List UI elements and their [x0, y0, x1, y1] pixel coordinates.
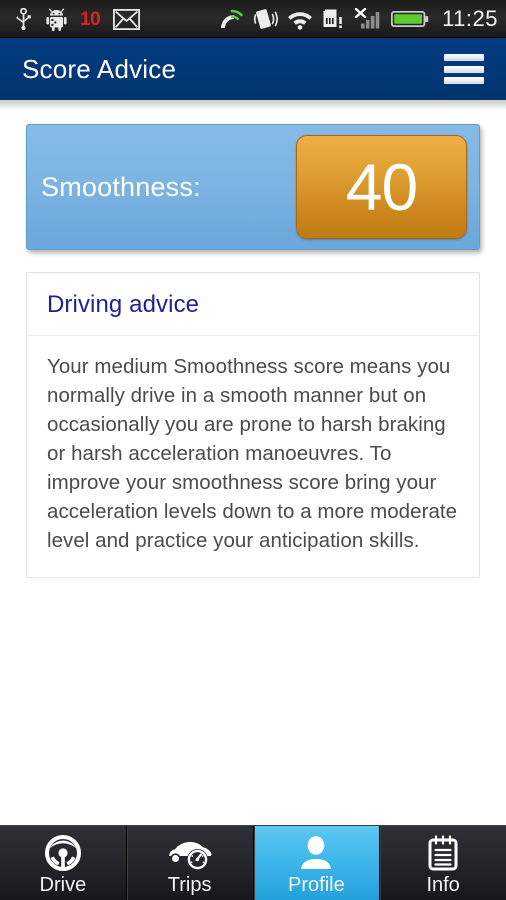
tab-label-trips: Trips [167, 874, 212, 896]
gps-icon [221, 9, 243, 28]
usb-icon [16, 8, 31, 30]
status-bar: 10 11:25 [0, 0, 506, 38]
score-value: 40 [345, 150, 418, 224]
steering-wheel-icon [44, 833, 82, 873]
status-bar-clock: 11:25 [442, 6, 498, 31]
hamburger-bar [444, 54, 484, 61]
header-shadow [0, 100, 506, 110]
sdcard-warning-icon [323, 9, 342, 29]
wifi-icon [288, 11, 313, 30]
score-label: Smoothness: [41, 171, 201, 202]
battery-icon [391, 11, 429, 27]
tab-label-drive: Drive [39, 874, 87, 896]
tab-label-profile: Profile [288, 874, 345, 896]
hamburger-bar [444, 77, 484, 84]
notepad-icon [425, 833, 461, 873]
driving-advice-title: Driving advice [47, 291, 200, 318]
android-debug-icon [46, 7, 67, 31]
driving-advice-card: Driving advice Your medium Smoothness sc… [26, 272, 480, 578]
status-bar-left-icons: 10 [14, 7, 141, 31]
driving-advice-header: Driving advice [27, 273, 479, 336]
hamburger-menu-icon[interactable] [444, 54, 484, 84]
bottom-tab-bar: Drive Trips Profile Info [0, 825, 506, 900]
tab-trips[interactable]: Trips [125, 826, 253, 900]
score-badge: 40 [296, 135, 467, 239]
gmail-icon [113, 8, 141, 30]
car-speedometer-icon [166, 833, 214, 873]
app-screen: 10 11:25 Score Advice Smoothness: 40 Dri… [0, 0, 506, 900]
status-bar-right-icons: 11:25 [220, 8, 498, 30]
hamburger-bar [444, 65, 484, 73]
tab-profile[interactable]: Profile [252, 826, 380, 900]
score-card: Smoothness: 40 [26, 124, 480, 250]
driving-advice-body: Your medium Smoothness score means you n… [27, 336, 479, 577]
tab-label-info: Info [426, 874, 460, 896]
driving-advice-text: Your medium Smoothness score means you n… [47, 355, 458, 552]
person-icon [297, 833, 335, 873]
app-header: Score Advice [0, 38, 506, 100]
vibrate-icon [253, 9, 278, 29]
tab-drive[interactable]: Drive [0, 826, 126, 900]
tab-info[interactable]: Info [379, 826, 506, 900]
notification-count: 10 [80, 8, 101, 30]
signal-no-service-icon [354, 8, 380, 29]
page-title: Score Advice [22, 53, 177, 84]
